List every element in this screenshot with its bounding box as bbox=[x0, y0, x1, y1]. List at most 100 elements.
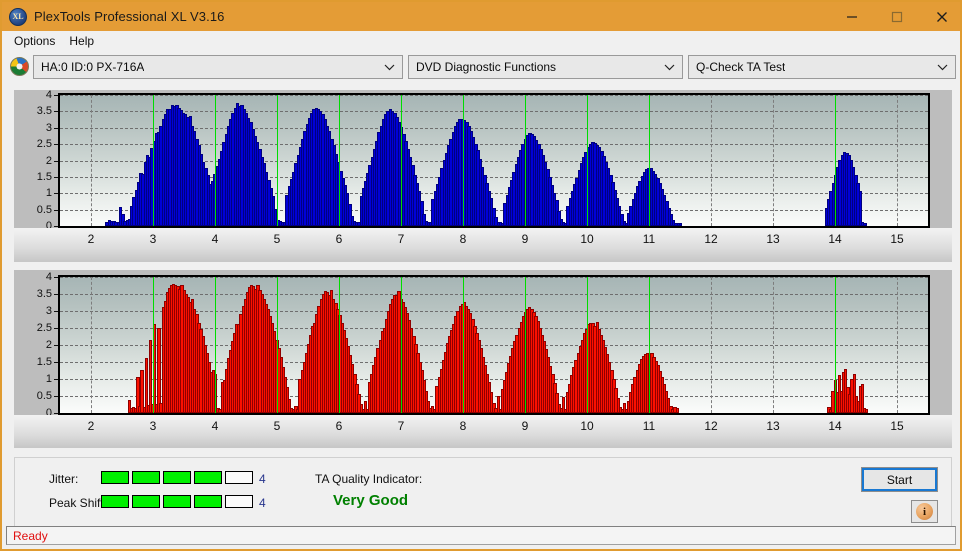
meter-segment bbox=[194, 495, 222, 508]
x-axis-label: 10 bbox=[580, 419, 594, 433]
x-axis-label: 11 bbox=[642, 232, 656, 246]
x-axis-label: 2 bbox=[87, 232, 95, 246]
y-axis-tick bbox=[54, 95, 58, 96]
track-marker bbox=[277, 277, 278, 413]
gridline-vertical bbox=[711, 95, 712, 226]
x-axis-label: 8 bbox=[459, 232, 467, 246]
gridline-vertical bbox=[91, 277, 92, 413]
window-controls bbox=[829, 2, 960, 31]
meter-segment bbox=[101, 495, 129, 508]
title-bar: XL PlexTools Professional XL V3.16 bbox=[2, 2, 960, 31]
minimize-icon[interactable] bbox=[829, 2, 874, 31]
test-select[interactable]: Q-Check TA Test bbox=[688, 55, 956, 79]
y-axis-label: 0.5 bbox=[36, 203, 52, 216]
track-marker bbox=[463, 277, 464, 413]
y-axis-label: 2.5 bbox=[36, 138, 52, 151]
track-marker bbox=[835, 95, 836, 226]
track-marker bbox=[215, 95, 216, 226]
y-axis-label: 4 bbox=[45, 89, 52, 101]
disc-icon bbox=[10, 57, 29, 76]
x-axis-label: 2 bbox=[87, 419, 95, 433]
maximize-icon[interactable] bbox=[874, 2, 919, 31]
y-axis-label: 3 bbox=[45, 305, 52, 317]
y-axis-tick bbox=[54, 176, 58, 178]
y-axis-label: 1.5 bbox=[36, 356, 52, 368]
x-axis-label: 3 bbox=[149, 232, 157, 246]
chart-bar bbox=[157, 327, 161, 413]
track-marker bbox=[463, 95, 464, 226]
x-axis-label: 4 bbox=[211, 419, 219, 433]
y-axis-label: 2.5 bbox=[36, 322, 52, 334]
gridline-horizontal bbox=[60, 111, 928, 113]
gridline-horizontal bbox=[60, 294, 928, 295]
y-axis-label: 1 bbox=[45, 187, 52, 200]
x-axis-label: 5 bbox=[273, 232, 281, 246]
function-select[interactable]: DVD Diagnostic Functions bbox=[408, 55, 683, 79]
meter-segment bbox=[132, 471, 160, 484]
gridline-vertical bbox=[773, 277, 774, 413]
meter-segment bbox=[132, 495, 160, 508]
y-axis-label: 4 bbox=[45, 271, 52, 283]
track-marker bbox=[153, 95, 154, 226]
menu-bar: Options Help bbox=[2, 31, 960, 52]
track-marker bbox=[587, 95, 588, 226]
drive-select-value: HA:0 ID:0 PX-716A bbox=[41, 60, 145, 74]
track-marker bbox=[153, 277, 154, 413]
y-axis-tick bbox=[54, 311, 58, 312]
menu-item-help[interactable]: Help bbox=[63, 32, 102, 51]
drive-select[interactable]: HA:0 ID:0 PX-716A bbox=[33, 55, 403, 79]
selector-row: HA:0 ID:0 PX-716A DVD Diagnostic Functio… bbox=[2, 52, 960, 84]
meter-segment bbox=[163, 471, 191, 484]
x-axis-label: 13 bbox=[766, 419, 780, 433]
track-marker bbox=[401, 277, 402, 413]
plextools-window: XL PlexTools Professional XL V3.16 Optio… bbox=[0, 0, 962, 551]
y-axis-label: 3.5 bbox=[36, 288, 52, 300]
y-axis-tick bbox=[54, 160, 58, 162]
gridline-vertical bbox=[897, 277, 898, 413]
jitter-value: 4 bbox=[259, 472, 266, 486]
y-axis-label: 0.5 bbox=[36, 390, 52, 402]
chart-bar bbox=[858, 191, 863, 226]
ta-quality-value: Very Good bbox=[333, 492, 409, 509]
y-axis-tick bbox=[54, 144, 58, 146]
peak-shift-meter bbox=[101, 495, 253, 508]
peak-shift-label: Peak Shift: bbox=[49, 496, 108, 510]
meter-segment bbox=[225, 471, 253, 484]
y-axis-tick bbox=[54, 345, 58, 346]
chart-bar bbox=[148, 339, 153, 413]
meter-segment bbox=[163, 495, 191, 508]
app-logo-icon: XL bbox=[9, 7, 27, 26]
y-axis-tick bbox=[54, 413, 58, 414]
start-button[interactable]: Start bbox=[861, 467, 938, 492]
track-marker bbox=[525, 95, 526, 226]
gridline-vertical bbox=[91, 95, 92, 226]
status-bar: Ready bbox=[6, 526, 956, 545]
x-axis-label: 13 bbox=[766, 232, 780, 246]
gridline-vertical bbox=[897, 95, 898, 226]
window-title: PlexTools Professional XL V3.16 bbox=[34, 9, 225, 24]
y-axis-tick bbox=[54, 226, 58, 227]
x-axis-label: 15 bbox=[890, 419, 904, 433]
info-button[interactable]: i bbox=[911, 500, 938, 523]
jitter-label: Jitter: bbox=[49, 472, 79, 486]
chart-bar bbox=[863, 222, 867, 226]
track-marker bbox=[525, 277, 526, 413]
y-axis-label: 1.5 bbox=[36, 170, 52, 183]
track-marker bbox=[835, 277, 836, 413]
x-axis-label: 14 bbox=[828, 232, 842, 246]
close-icon[interactable] bbox=[919, 2, 960, 31]
meter-segment bbox=[194, 471, 222, 484]
y-axis-tick bbox=[54, 193, 58, 195]
y-axis-tick bbox=[54, 277, 58, 278]
chevron-down-icon bbox=[936, 61, 948, 73]
y-axis-label: 3.5 bbox=[36, 105, 52, 118]
y-axis-tick bbox=[54, 379, 58, 380]
x-axis-label: 9 bbox=[521, 232, 529, 246]
x-axis-label: 4 bbox=[211, 232, 219, 246]
y-axis-tick bbox=[54, 209, 58, 211]
peak-shift-value: 4 bbox=[259, 496, 266, 510]
test-select-value: Q-Check TA Test bbox=[696, 60, 786, 74]
menu-item-options[interactable]: Options bbox=[8, 32, 63, 51]
jitter-meter bbox=[101, 471, 253, 484]
y-axis-label: 1 bbox=[45, 373, 52, 385]
